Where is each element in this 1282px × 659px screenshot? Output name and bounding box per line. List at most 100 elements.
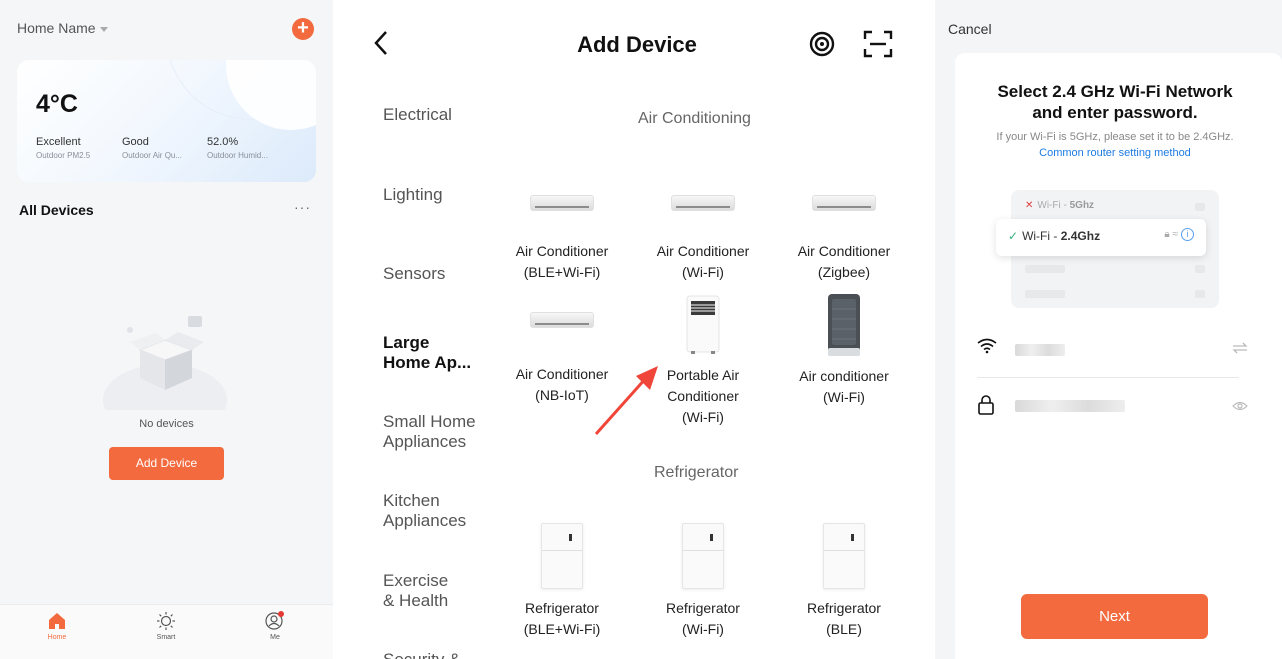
home-name-label: Home Name	[17, 20, 96, 36]
category-large-home-appliances[interactable]: Large Home Ap...	[383, 333, 471, 373]
refrigerator-image	[541, 523, 583, 589]
add-device-screen: Add Device Electrical Lighting Sensors L…	[342, 0, 915, 659]
add-plus-button[interactable]: +	[292, 18, 314, 40]
wifi-24g-item: ✓ Wi-Fi - 2.4Ghz 🔒︎ ≈ i	[996, 219, 1206, 256]
weather-decoration	[226, 60, 316, 130]
empty-box-illustration	[103, 316, 227, 410]
heading-line: Select 2.4 GHz Wi-Fi Network	[997, 82, 1233, 101]
placeholder-bar	[1195, 203, 1205, 211]
check-icon: ✓	[1008, 229, 1019, 243]
no-devices-text: No devices	[139, 418, 194, 430]
category-sensors[interactable]: Sensors	[383, 264, 445, 284]
tab-smart[interactable]: Smart	[136, 611, 196, 641]
switch-network-icon[interactable]	[1232, 342, 1248, 354]
air-conditioner-image	[671, 195, 735, 211]
refrigerator-image	[682, 523, 724, 589]
wifi-setup-screen: Cancel Select 2.4 GHz Wi-Fi Network and …	[935, 0, 1282, 659]
profile-icon	[265, 611, 284, 630]
device-name: (Zigbee)	[817, 264, 871, 280]
stat-label: Outdoor Humid...	[207, 151, 268, 160]
air-conditioner-image	[812, 195, 876, 211]
device-name: (BLE+Wi-Fi)	[523, 621, 601, 637]
device-ac-zigbee[interactable]: Air Conditioner (Zigbee)	[774, 195, 914, 283]
bottom-tab-bar: Home Smart Me	[0, 604, 333, 659]
portable-air-conditioner-image	[686, 295, 720, 354]
lock-icon	[978, 395, 994, 415]
device-fridge-ble-wifi[interactable]: Refrigerator (BLE+Wi-Fi)	[492, 523, 632, 640]
device-fridge-ble[interactable]: Refrigerator (BLE)	[774, 523, 914, 640]
section-air-conditioning: Air Conditioning	[638, 110, 751, 127]
tab-me[interactable]: Me	[245, 611, 305, 641]
divider	[977, 377, 1239, 378]
device-name: Air conditioner	[799, 368, 889, 384]
category-security[interactable]: Security &	[383, 650, 460, 659]
placeholder-bar	[1195, 290, 1205, 298]
wifi-heading: Select 2.4 GHz Wi-Fi Network and enter p…	[935, 81, 1282, 123]
device-name: (BLE+Wi-Fi)	[523, 264, 601, 280]
auto-scan-icon[interactable]	[808, 30, 836, 58]
device-fridge-wifi[interactable]: Refrigerator (Wi-Fi)	[633, 523, 773, 640]
device-name: Refrigerator	[666, 600, 740, 616]
stat-label: Outdoor Air Qu...	[122, 151, 183, 160]
device-name: (BLE)	[826, 621, 862, 637]
add-device-button[interactable]: Add Device	[109, 447, 224, 480]
wifi-name-value-blurred	[1015, 344, 1065, 356]
wifi-name-row[interactable]	[977, 325, 1254, 375]
stat-air-quality: Good Outdoor Air Qu...	[122, 136, 182, 160]
category-electrical[interactable]: Electrical	[383, 105, 452, 125]
category-kitchen-appliances[interactable]: Kitchen Appliances	[383, 491, 466, 531]
wifi-24g-prefix: Wi-Fi -	[1022, 229, 1061, 243]
red-arrow-annotation	[594, 366, 658, 435]
scan-qr-icon[interactable]	[863, 30, 893, 58]
device-ac-wifi[interactable]: Air Conditioner (Wi-Fi)	[633, 195, 773, 283]
device-name: (Wi-Fi)	[682, 264, 724, 280]
device-name: Air Conditioner	[656, 243, 750, 259]
wifi-subtext: If your Wi-Fi is 5GHz, please set it to …	[996, 131, 1234, 143]
home-name-selector[interactable]: Home Name	[17, 20, 108, 36]
stat-label: Outdoor PM2.5	[36, 151, 91, 160]
device-ac-ble-wifi[interactable]: Air Conditioner (BLE+Wi-Fi)	[492, 195, 632, 283]
category-lighting[interactable]: Lighting	[383, 185, 443, 205]
all-devices-heading: All Devices	[19, 202, 94, 218]
next-button[interactable]: Next	[1021, 594, 1208, 639]
device-name: Air Conditioner	[515, 243, 609, 259]
router-setting-link[interactable]: Common router setting method	[935, 147, 1282, 159]
eye-icon[interactable]	[1232, 401, 1248, 411]
tab-label: Home	[47, 634, 67, 641]
device-name: Refrigerator	[807, 600, 881, 616]
device-name: Refrigerator	[525, 600, 599, 616]
stat-value: Excellent	[36, 136, 81, 148]
device-air-conditioner-wifi[interactable]: Air conditioner (Wi-Fi)	[774, 293, 914, 408]
placeholder-bar	[1025, 265, 1065, 273]
tab-home[interactable]: Home	[27, 611, 87, 641]
wifi-icon	[977, 338, 997, 354]
category-exercise-health[interactable]: Exercise & Health	[383, 571, 448, 611]
tab-label: Smart	[156, 634, 176, 641]
air-conditioner-image	[530, 195, 594, 211]
section-refrigerator: Refrigerator	[654, 464, 739, 481]
home-icon	[49, 613, 65, 629]
placeholder-bar	[1195, 265, 1205, 273]
wifi-5g-item: ✕ Wi-Fi - 5Ghz	[1025, 200, 1094, 211]
device-name: (Wi-Fi)	[823, 389, 865, 405]
stat-value: Good	[122, 136, 149, 148]
more-options-icon[interactable]: ···	[294, 199, 311, 215]
wifi-24g-band: 2.4Ghz	[1060, 229, 1101, 243]
temperature: 4°C	[36, 90, 78, 118]
cancel-button[interactable]: Cancel	[948, 21, 992, 37]
stat-humidity: 52.0% Outdoor Humid...	[207, 136, 268, 160]
sun-icon	[157, 612, 175, 630]
cross-icon: ✕	[1025, 200, 1034, 211]
weather-card: 4°C Excellent Outdoor PM2.5 Good Outdoor…	[17, 60, 316, 182]
tab-label: Me	[270, 634, 280, 641]
refrigerator-image	[823, 523, 865, 589]
info-icon: i	[1181, 228, 1194, 241]
heading-line: and enter password.	[1032, 103, 1198, 122]
home-screen: Home Name + 4°C Excellent Outdoor PM2.5 …	[0, 0, 333, 659]
device-name: Air Conditioner	[797, 243, 891, 259]
password-row[interactable]	[977, 382, 1254, 432]
placeholder-bar	[1025, 290, 1065, 298]
wifi-5g-prefix: Wi-Fi -	[1037, 200, 1070, 211]
air-conditioner-image	[530, 312, 594, 328]
category-small-home-appliances[interactable]: Small Home Appliances	[383, 412, 476, 452]
